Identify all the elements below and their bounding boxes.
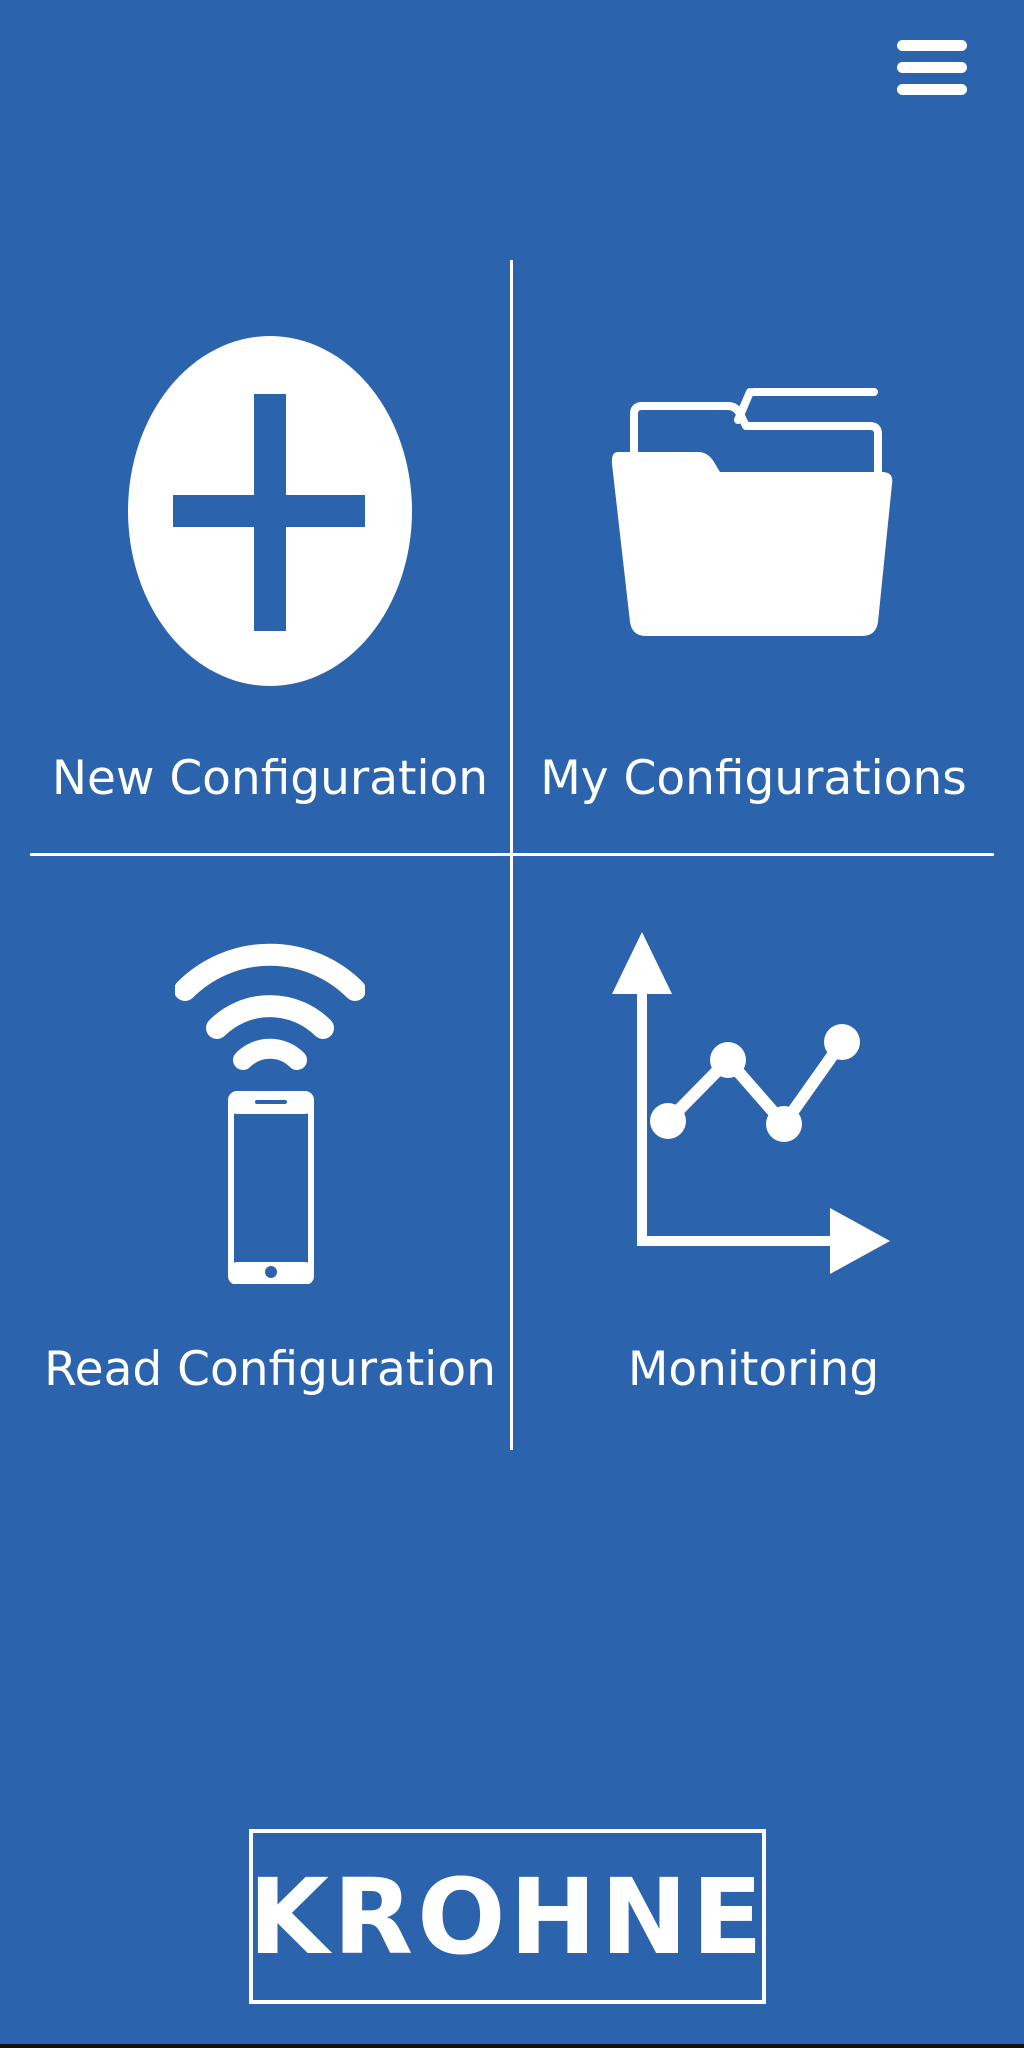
phone-wireless-icon <box>175 943 365 1284</box>
hamburger-menu-icon <box>897 40 967 95</box>
folder-icon <box>611 388 893 636</box>
menu-button[interactable] <box>892 36 972 106</box>
tile-label-read-configuration: Read Configuration <box>44 1342 496 1397</box>
tile-label-my-configurations: My Configurations <box>540 751 967 806</box>
tile-monitoring[interactable]: Monitoring <box>513 856 994 1450</box>
tile-new-configuration[interactable]: New Configuration <box>30 260 510 853</box>
tile-label-monitoring: Monitoring <box>627 1342 880 1397</box>
tile-read-configuration[interactable]: Read Configuration <box>30 856 510 1450</box>
home-screen: New Configuration My Configurations Read… <box>0 0 1024 2048</box>
action-grid: New Configuration My Configurations Read… <box>30 260 994 1450</box>
krohne-logo: KROHNE <box>248 1829 767 2004</box>
tile-my-configurations[interactable]: My Configurations <box>513 260 994 853</box>
logo-text: KROHNE <box>248 1855 767 1978</box>
tile-label-new-configuration: New Configuration <box>51 751 489 806</box>
line-chart-icon <box>612 932 890 1274</box>
plus-circle-icon <box>128 336 412 686</box>
bottom-edge-bar <box>0 2044 1024 2048</box>
